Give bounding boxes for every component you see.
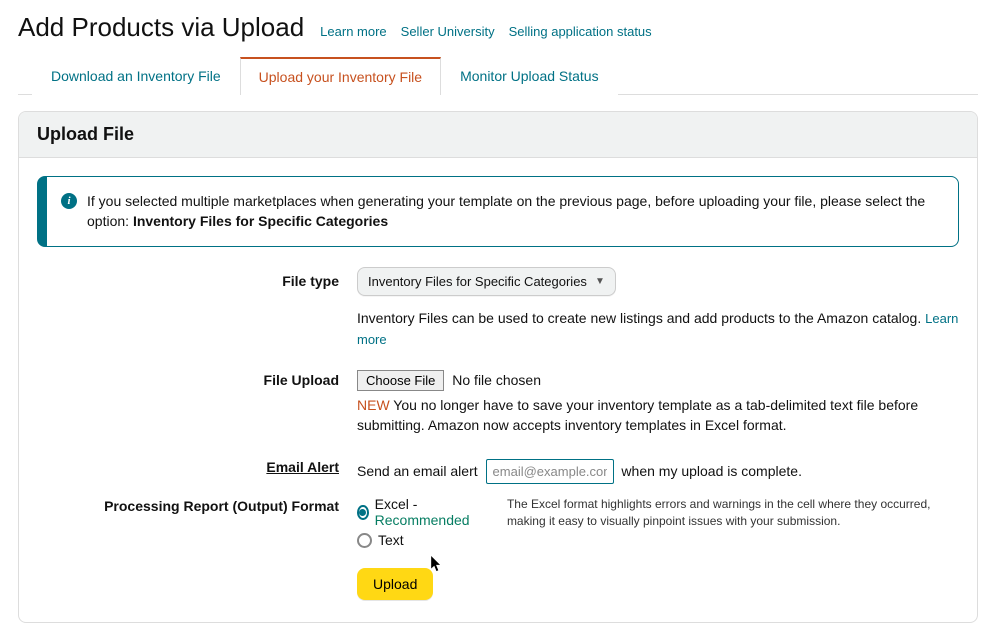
new-tag: NEW — [357, 397, 390, 413]
upload-button[interactable]: Upload — [357, 568, 433, 600]
info-alert: i If you selected multiple marketplaces … — [37, 176, 959, 247]
file-status: No file chosen — [452, 372, 541, 388]
file-upload-note: You no longer have to save your inventor… — [357, 397, 918, 433]
radio-text-label: Text — [378, 532, 404, 548]
file-type-selected: Inventory Files for Specific Categories — [368, 274, 587, 289]
chevron-down-icon: ▼ — [595, 276, 605, 287]
learn-more-link[interactable]: Learn more — [320, 24, 386, 39]
selling-app-status-link[interactable]: Selling application status — [509, 24, 652, 39]
recommended-tag: Recommended — [375, 512, 470, 528]
tab-bar: Download an Inventory File Upload your I… — [18, 57, 978, 95]
tab-download-inventory[interactable]: Download an Inventory File — [32, 57, 240, 95]
upload-file-panel: Upload File i If you selected multiple m… — [18, 111, 978, 623]
email-alert-label[interactable]: Email Alert — [37, 455, 357, 475]
file-type-help: Inventory Files can be used to create ne… — [357, 310, 925, 326]
file-upload-label: File Upload — [37, 370, 357, 388]
format-label: Processing Report (Output) Format — [37, 496, 357, 514]
alert-strong: Inventory Files for Specific Categories — [133, 213, 388, 229]
format-note: The Excel format highlights errors and w… — [507, 496, 959, 530]
file-type-select[interactable]: Inventory Files for Specific Categories … — [357, 267, 616, 296]
info-icon: i — [61, 193, 77, 209]
email-input[interactable] — [486, 459, 614, 484]
cursor-icon — [431, 556, 442, 572]
panel-title: Upload File — [19, 112, 977, 158]
tab-upload-inventory[interactable]: Upload your Inventory File — [240, 57, 441, 95]
choose-file-button[interactable]: Choose File — [357, 370, 444, 391]
file-type-label: File type — [37, 267, 357, 289]
radio-text[interactable] — [357, 533, 372, 548]
radio-excel[interactable] — [357, 505, 369, 520]
page-title: Add Products via Upload — [18, 12, 304, 43]
tab-monitor-status[interactable]: Monitor Upload Status — [441, 57, 618, 95]
seller-university-link[interactable]: Seller University — [401, 24, 495, 39]
email-alert-before: Send an email alert — [357, 463, 482, 479]
email-alert-after: when my upload is complete. — [621, 463, 802, 479]
radio-excel-label: Excel — [375, 496, 409, 512]
